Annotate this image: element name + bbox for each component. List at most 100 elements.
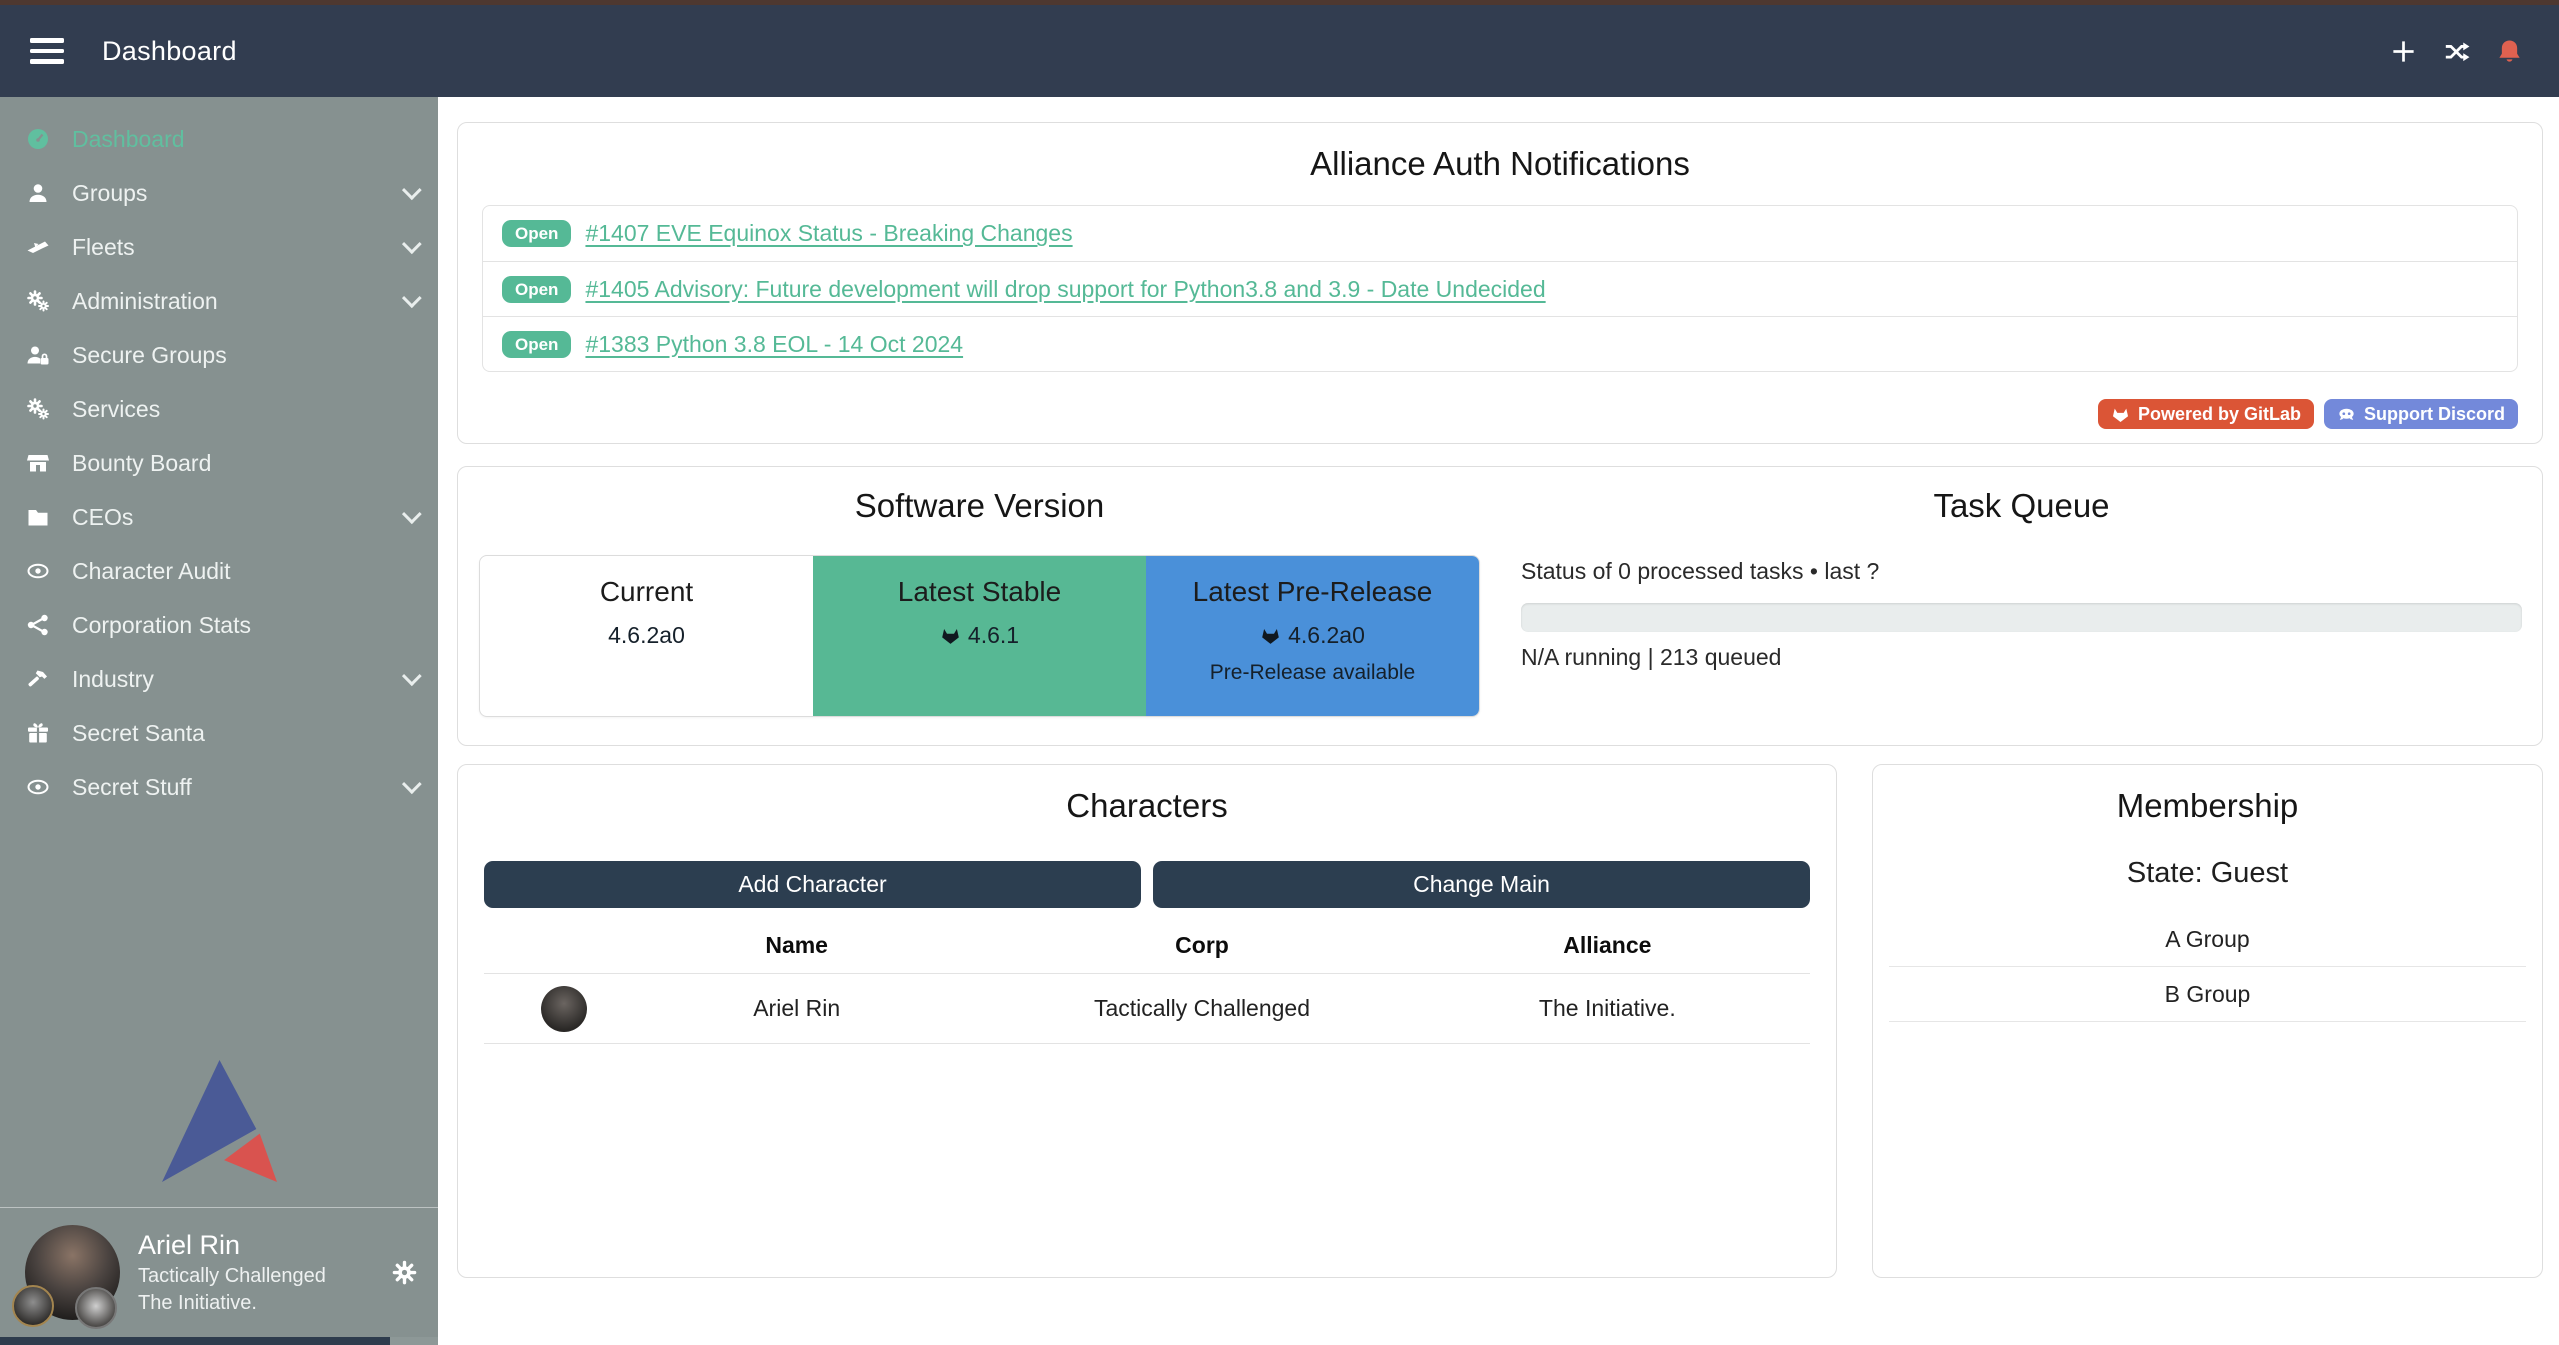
navbar-actions <box>2390 38 2523 65</box>
column-header-alliance: Alliance <box>1405 932 1810 959</box>
chevron-down-icon <box>402 504 422 524</box>
chevron-down-icon <box>402 288 422 308</box>
notifications-list: Open #1407 EVE Equinox Status - Breaking… <box>482 205 2518 372</box>
gauge-icon <box>26 127 50 151</box>
sidebar-item-secret-stuff[interactable]: Secret Stuff <box>0 760 438 814</box>
notification-row: Open #1407 EVE Equinox Status - Breaking… <box>483 206 2517 261</box>
change-main-button[interactable]: Change Main <box>1153 861 1810 908</box>
eye-icon <box>26 775 50 799</box>
version-taskqueue-panel: Software Version Current 4.6.2a0 Latest … <box>457 466 2543 746</box>
page: Dashboard Dashboard Groups Flee <box>0 0 2559 1345</box>
alliance-logo <box>75 1287 117 1329</box>
sidebar-item-dashboard[interactable]: Dashboard <box>0 112 438 166</box>
sidebar-item-corporation-stats[interactable]: Corporation Stats <box>0 598 438 652</box>
gitlab-badge-label: Powered by GitLab <box>2138 404 2301 425</box>
sidebar-item-label: Corporation Stats <box>72 612 251 639</box>
sidebar-item-character-audit[interactable]: Character Audit <box>0 544 438 598</box>
page-title: Dashboard <box>102 36 237 67</box>
sidebar-item-label: CEOs <box>72 504 133 531</box>
sidebar: Dashboard Groups Fleets Administration <box>0 97 438 1345</box>
discord-badge[interactable]: Support Discord <box>2324 399 2518 429</box>
gitlab-badge[interactable]: Powered by GitLab <box>2098 399 2314 429</box>
user-name: Ariel Rin <box>138 1230 391 1261</box>
scrollbar-thumb[interactable] <box>0 1337 390 1345</box>
membership-group: A Group <box>1889 912 2526 967</box>
sidebar-item-secret-santa[interactable]: Secret Santa <box>0 706 438 760</box>
sidebar-item-industry[interactable]: Industry <box>0 652 438 706</box>
notifications-panel: Alliance Auth Notifications Open #1407 E… <box>457 122 2543 444</box>
alliance-auth-logo <box>162 1060 277 1182</box>
software-version-section: Software Version Current 4.6.2a0 Latest … <box>458 467 1500 745</box>
sidebar-item-label: Character Audit <box>72 558 231 585</box>
add-character-button[interactable]: Add Character <box>484 861 1141 908</box>
membership-groups: A Group B Group <box>1889 912 2526 1022</box>
notification-link[interactable]: #1407 EVE Equinox Status - Breaking Chan… <box>585 220 1072 247</box>
gitlab-icon <box>2111 405 2130 424</box>
gear-icon[interactable] <box>391 1259 418 1286</box>
bell-icon[interactable] <box>2496 38 2523 65</box>
version-table: Current 4.6.2a0 Latest Stable 4.6.1 Late… <box>479 555 1480 717</box>
characters-panel: Characters Add Character Change Main Nam… <box>457 764 1837 1278</box>
characters-actions: Add Character Change Main <box>484 861 1810 908</box>
character-alliance: The Initiative. <box>1405 995 1810 1022</box>
version-current-cell: Current 4.6.2a0 <box>480 556 813 716</box>
sidebar-item-groups[interactable]: Groups <box>0 166 438 220</box>
column-header-corp: Corp <box>999 932 1404 959</box>
sidebar-nav: Dashboard Groups Fleets Administration <box>0 97 438 814</box>
version-stable-label: Latest Stable <box>813 576 1146 608</box>
character-portrait <box>541 986 587 1032</box>
user-corp: Tactically Challenged <box>138 1265 391 1288</box>
main-content: Alliance Auth Notifications Open #1407 E… <box>438 97 2559 1345</box>
sidebar-item-label: Secret Stuff <box>72 774 192 801</box>
version-prerelease-label: Latest Pre-Release <box>1146 576 1479 608</box>
notification-link[interactable]: #1405 Advisory: Future development will … <box>585 276 1545 303</box>
gitlab-icon <box>1260 625 1281 646</box>
gears-icon <box>26 289 50 313</box>
sidebar-item-label: Dashboard <box>72 126 185 153</box>
version-current-value: 4.6.2a0 <box>608 622 685 649</box>
shuffle-icon[interactable] <box>2443 38 2470 65</box>
notifications-title: Alliance Auth Notifications <box>458 143 2542 185</box>
eye-icon <box>26 559 50 583</box>
sidebar-item-services[interactable]: Services <box>0 382 438 436</box>
sidebar-item-label: Bounty Board <box>72 450 211 477</box>
plus-icon[interactable] <box>2390 38 2417 65</box>
notification-link[interactable]: #1383 Python 3.8 EOL - 14 Oct 2024 <box>585 331 963 358</box>
discord-badge-label: Support Discord <box>2364 404 2505 425</box>
characters-title: Characters <box>458 785 1836 827</box>
software-version-title: Software Version <box>479 485 1480 527</box>
folder-icon <box>26 505 50 529</box>
gears-icon <box>26 397 50 421</box>
horizontal-scrollbar <box>0 1337 438 1345</box>
notification-row: Open #1405 Advisory: Future development … <box>483 261 2517 316</box>
user-icon <box>26 181 50 205</box>
sidebar-item-secure-groups[interactable]: Secure Groups <box>0 328 438 382</box>
version-current-label: Current <box>480 576 813 608</box>
version-prerelease-value: 4.6.2a0 <box>1288 622 1365 649</box>
discord-icon <box>2337 405 2356 424</box>
sidebar-item-label: Groups <box>72 180 147 207</box>
user-card: Ariel Rin Tactically Challenged The Init… <box>0 1207 438 1337</box>
character-corp: Tactically Challenged <box>999 995 1404 1022</box>
share-icon <box>26 613 50 637</box>
shop-icon <box>26 451 50 475</box>
menu-toggle-button[interactable] <box>30 38 64 64</box>
membership-state: State: Guest <box>1873 857 2542 890</box>
sidebar-item-administration[interactable]: Administration <box>0 274 438 328</box>
sidebar-item-bounty-board[interactable]: Bounty Board <box>0 436 438 490</box>
sidebar-item-label: Administration <box>72 288 218 315</box>
sidebar-item-label: Industry <box>72 666 154 693</box>
characters-table: Name Corp Alliance Ariel Rin Tactically … <box>484 920 1810 1044</box>
task-queue-status: Status of 0 processed tasks • last ? <box>1521 558 2522 585</box>
sidebar-item-ceos[interactable]: CEOs <box>0 490 438 544</box>
characters-table-header: Name Corp Alliance <box>484 920 1810 974</box>
user-avatar <box>25 1225 120 1320</box>
status-badge: Open <box>502 276 571 303</box>
task-progress-bar <box>1521 603 2522 632</box>
version-stable-value: 4.6.1 <box>968 622 1019 649</box>
task-queue-counts: N/A running | 213 queued <box>1521 644 2522 671</box>
sidebar-item-fleets[interactable]: Fleets <box>0 220 438 274</box>
character-row: Ariel Rin Tactically Challenged The Init… <box>484 974 1810 1044</box>
sidebar-item-label: Secret Santa <box>72 720 205 747</box>
sidebar-item-label: Services <box>72 396 160 423</box>
